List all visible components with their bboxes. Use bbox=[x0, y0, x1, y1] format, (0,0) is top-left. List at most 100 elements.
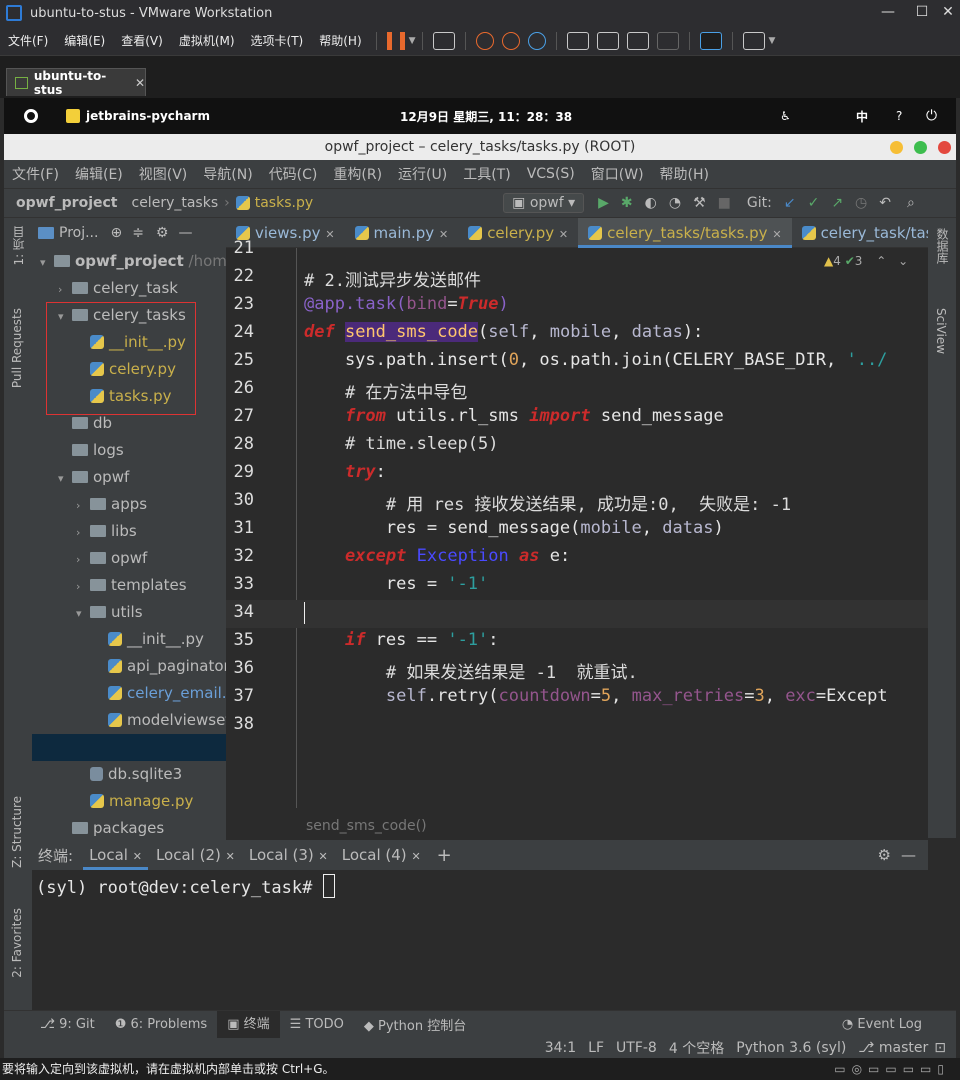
close-tab-icon[interactable]: ✕ bbox=[411, 850, 420, 863]
breadcrumb-project[interactable]: opwf_project bbox=[4, 195, 118, 211]
device-icons[interactable]: ▭◎▭▭▭▭▯ bbox=[834, 1058, 950, 1080]
tab-celery-task-tasks[interactable]: celery_task/tasks ▾ bbox=[792, 218, 928, 248]
problems-tool-button[interactable]: ❶ 6: Problems bbox=[105, 1017, 218, 1032]
tree-item[interactable]: ▾ opwf bbox=[58, 464, 129, 491]
line-separator[interactable]: LF bbox=[582, 1040, 610, 1056]
locate-icon[interactable]: ⊕ bbox=[110, 225, 122, 241]
menu-item[interactable]: 导航(N) bbox=[195, 164, 260, 184]
new-terminal-icon[interactable]: + bbox=[437, 845, 452, 866]
menu-vm[interactable]: 虚拟机(M) bbox=[171, 32, 243, 49]
snapshot-icon[interactable] bbox=[475, 31, 494, 50]
code-area[interactable]: # 2.测试异步发送邮件 @app.task(bind=True) def se… bbox=[304, 248, 928, 808]
stop-icon[interactable]: ■ bbox=[718, 195, 731, 211]
project-view-select[interactable]: Proj... bbox=[59, 225, 98, 241]
caret-position[interactable]: 34:1 bbox=[539, 1040, 582, 1056]
help-icon[interactable]: ? bbox=[896, 109, 902, 123]
collapse-icon[interactable]: ≑ bbox=[132, 225, 144, 241]
vm-tab[interactable]: ubuntu-to-stus ✕ bbox=[6, 68, 146, 97]
tree-item[interactable]: logs bbox=[58, 437, 124, 464]
tree-item[interactable]: › celery_task bbox=[58, 275, 178, 302]
expanded-arrow-icon[interactable]: ▾ bbox=[76, 600, 90, 627]
lock-icon[interactable]: ⊡ bbox=[934, 1040, 946, 1056]
expanded-arrow-icon[interactable]: ▾ bbox=[58, 465, 72, 492]
git-tool-button[interactable]: ⎇ 9: Git bbox=[4, 1017, 105, 1032]
terminal-tab-local-2[interactable]: Local (2) ✕ bbox=[156, 846, 235, 864]
dropdown-icon[interactable]: ▼ bbox=[409, 36, 416, 46]
menu-item[interactable]: 编辑(E) bbox=[67, 164, 131, 184]
breadcrumb-file[interactable]: tasks.py bbox=[255, 195, 313, 211]
stretch-icon[interactable] bbox=[742, 31, 765, 50]
code-breadcrumb[interactable]: send_sms_code() bbox=[226, 814, 928, 838]
menu-view[interactable]: 查看(V) bbox=[113, 32, 171, 49]
todo-tool-button[interactable]: ☰ TODO bbox=[280, 1017, 354, 1032]
terminal-tab-local-4[interactable]: Local (4) ✕ bbox=[342, 846, 421, 864]
tree-item[interactable]: › templates bbox=[76, 572, 187, 599]
favorites-tool-button[interactable]: 2: Favorites bbox=[10, 908, 24, 978]
close-tab-icon[interactable]: ✕ bbox=[135, 76, 145, 90]
close-tab-icon[interactable]: ✕ bbox=[319, 850, 328, 863]
menu-item[interactable]: 窗口(W) bbox=[583, 164, 652, 184]
sciview-tool-button[interactable]: SciView bbox=[934, 308, 948, 354]
rollback-icon[interactable]: ↶ bbox=[879, 195, 891, 211]
tree-item[interactable]: db.sqlite3 bbox=[76, 761, 182, 788]
breadcrumb-folder[interactable]: celery_tasks bbox=[118, 195, 219, 211]
close-tab-icon[interactable]: ✕ bbox=[325, 228, 334, 241]
menu-item[interactable]: 重构(R) bbox=[325, 164, 390, 184]
tree-item[interactable]: api_paginator bbox=[94, 653, 226, 680]
tab-celery-tasks-tasks[interactable]: celery_tasks/tasks.py ✕ bbox=[578, 218, 792, 248]
unity-icon[interactable] bbox=[656, 31, 679, 50]
menu-item[interactable]: 帮助(H) bbox=[652, 164, 717, 184]
git-update-icon[interactable]: ↙ bbox=[784, 195, 796, 211]
menu-item[interactable]: 工具(T) bbox=[455, 164, 518, 184]
pause-icon[interactable] bbox=[386, 31, 405, 50]
hide-icon[interactable]: — bbox=[901, 846, 916, 864]
terminal[interactable]: (syl) root@dev:celery_task# bbox=[32, 870, 928, 1010]
settings-icon[interactable]: ⚙ bbox=[878, 846, 891, 864]
menu-file[interactable]: 文件(F) bbox=[0, 32, 56, 49]
file-encoding[interactable]: UTF-8 bbox=[610, 1040, 663, 1056]
fullscreen-icon[interactable] bbox=[626, 31, 649, 50]
input-method-label[interactable]: 中 bbox=[856, 108, 868, 125]
tree-item[interactable]: modelviewset bbox=[94, 707, 226, 734]
thumbnail-view-icon[interactable] bbox=[596, 31, 619, 50]
close-tab-icon[interactable]: ✕ bbox=[559, 228, 568, 241]
tab-celery[interactable]: celery.py ✕ bbox=[458, 218, 578, 248]
tree-item[interactable]: › libs bbox=[76, 518, 137, 545]
close-tab-icon[interactable]: ✕ bbox=[439, 228, 448, 241]
project-tool-button[interactable]: 1: 项目 bbox=[10, 226, 27, 266]
terminal-tab-local-3[interactable]: Local (3) ✕ bbox=[249, 846, 328, 864]
tree-item[interactable]: › opwf bbox=[76, 545, 147, 572]
run-icon[interactable]: ▶ bbox=[598, 195, 609, 211]
close-tab-icon[interactable]: ✕ bbox=[133, 850, 142, 863]
git-push-icon[interactable]: ↗ bbox=[831, 195, 843, 211]
collapsed-arrow-icon[interactable]: › bbox=[58, 276, 72, 303]
tree-item[interactable]: › apps bbox=[76, 491, 147, 518]
tree-item[interactable]: __init__.py bbox=[94, 626, 204, 653]
database-tool-button[interactable]: 数据库 bbox=[934, 228, 951, 264]
activities-icon[interactable] bbox=[24, 109, 38, 123]
hide-icon[interactable]: — bbox=[178, 225, 192, 241]
close-icon[interactable] bbox=[938, 141, 951, 154]
tree-item[interactable]: manage.py bbox=[76, 788, 193, 815]
menu-tabs[interactable]: 选项卡(T) bbox=[243, 32, 312, 49]
menu-item[interactable]: 视图(V) bbox=[131, 164, 196, 184]
menu-item[interactable]: 代码(C) bbox=[261, 164, 326, 184]
menu-help[interactable]: 帮助(H) bbox=[311, 32, 369, 49]
pull-requests-tool-button[interactable]: Pull Requests bbox=[10, 308, 24, 388]
revert-snapshot-icon[interactable] bbox=[501, 31, 520, 50]
tree-item[interactable]: ▾ utils bbox=[76, 599, 143, 626]
expanded-arrow-icon[interactable]: ▾ bbox=[40, 249, 54, 276]
structure-tool-button[interactable]: Z: Structure bbox=[10, 796, 24, 868]
collapsed-arrow-icon[interactable]: › bbox=[76, 573, 90, 600]
terminal-tool-button[interactable]: ▣ 终端 bbox=[217, 1010, 280, 1039]
clock[interactable]: 12月9日 星期三, 11：28：38 bbox=[400, 108, 572, 125]
terminal-tab-local[interactable]: Local ✕ bbox=[83, 840, 148, 870]
accessibility-icon[interactable]: ♿ bbox=[780, 109, 791, 123]
python-console-tool-button[interactable]: ◆ Python 控制台 bbox=[354, 1015, 476, 1034]
event-log-tool-button[interactable]: ◔ Event Log bbox=[832, 1017, 932, 1032]
menu-edit[interactable]: 编辑(E) bbox=[56, 32, 113, 49]
tree-item[interactable]: celery_email.p bbox=[94, 680, 226, 707]
git-branch[interactable]: ⎇ master bbox=[852, 1040, 934, 1056]
maximize-icon[interactable] bbox=[914, 141, 927, 154]
close-tab-icon[interactable]: ✕ bbox=[772, 228, 781, 241]
